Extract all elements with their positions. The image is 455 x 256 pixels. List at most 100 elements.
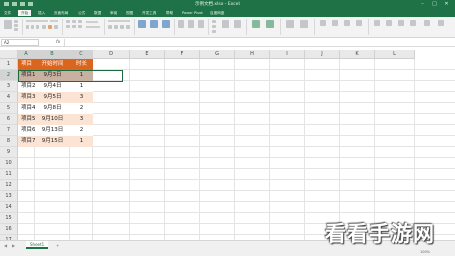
cut-icon[interactable] bbox=[14, 20, 18, 23]
fill-icon[interactable] bbox=[212, 25, 216, 28]
tool-icon[interactable] bbox=[410, 20, 416, 26]
formula-input[interactable] bbox=[64, 39, 452, 46]
underline-icon[interactable] bbox=[36, 25, 39, 29]
font-size-dropdown[interactable] bbox=[50, 20, 58, 22]
row-header-16[interactable]: 16 bbox=[0, 224, 18, 235]
border-icon[interactable] bbox=[42, 25, 46, 29]
minimize-icon[interactable]: – bbox=[420, 2, 425, 7]
tab-help[interactable]: 帮助 bbox=[166, 10, 173, 16]
row-header-9[interactable]: 9 bbox=[0, 147, 18, 158]
comma-icon[interactable] bbox=[120, 25, 124, 29]
next-sheet-icon[interactable]: ▶ bbox=[12, 242, 15, 249]
table-cell[interactable]: 项目7 bbox=[18, 136, 36, 147]
table-cell[interactable]: 1 bbox=[70, 81, 93, 92]
percent-icon[interactable] bbox=[114, 25, 118, 29]
tab-formulas[interactable]: 公式 bbox=[78, 10, 85, 16]
row-header-7[interactable]: 7 bbox=[0, 125, 18, 136]
tab-home[interactable]: 开始 bbox=[18, 10, 32, 16]
align-right-icon[interactable] bbox=[78, 25, 82, 28]
table-header-cell[interactable]: 项目 bbox=[18, 59, 35, 70]
prev-sheet-icon[interactable]: ◀ bbox=[4, 242, 7, 249]
column-header-k[interactable]: K bbox=[340, 50, 375, 59]
tab-view[interactable]: 视图 bbox=[126, 10, 133, 16]
find-select-icon[interactable] bbox=[234, 20, 241, 28]
merge-center-button[interactable] bbox=[86, 26, 100, 28]
table-cell[interactable]: 9月4日 bbox=[35, 81, 70, 92]
table-cell[interactable]: 9月8日 bbox=[35, 103, 70, 114]
table-cell[interactable]: 1 bbox=[70, 136, 93, 147]
column-header-j[interactable]: J bbox=[305, 50, 340, 59]
row-header-6[interactable]: 6 bbox=[0, 114, 18, 125]
tool-icon[interactable] bbox=[356, 20, 362, 26]
tool-icon[interactable] bbox=[344, 20, 350, 26]
table-cell[interactable]: 项目6 bbox=[18, 125, 36, 136]
currency-icon[interactable] bbox=[108, 25, 112, 29]
italic-icon[interactable] bbox=[31, 25, 34, 29]
name-box[interactable]: A2 bbox=[1, 39, 39, 46]
align-bottom-icon[interactable] bbox=[78, 20, 82, 23]
tool-icon[interactable] bbox=[398, 20, 404, 26]
redo-icon[interactable] bbox=[28, 2, 33, 6]
analyze-data-icon[interactable] bbox=[286, 20, 294, 28]
undo-icon[interactable] bbox=[20, 2, 25, 6]
fx-icon[interactable]: fx bbox=[56, 38, 60, 47]
tool-icon[interactable] bbox=[386, 20, 392, 26]
column-header-e[interactable]: E bbox=[130, 50, 165, 59]
row-header-5[interactable]: 5 bbox=[0, 103, 18, 114]
table-header-cell[interactable]: 开始时间 bbox=[35, 59, 70, 70]
add-in-icon[interactable] bbox=[266, 20, 274, 28]
table-cell[interactable]: 项目4 bbox=[18, 103, 36, 114]
column-header-i[interactable]: I bbox=[270, 50, 305, 59]
row-header-11[interactable]: 11 bbox=[0, 169, 18, 180]
tool-icon[interactable] bbox=[332, 20, 338, 26]
cell-styles-icon[interactable] bbox=[162, 20, 170, 28]
sort-filter-icon[interactable] bbox=[222, 20, 229, 28]
table-cell[interactable]: 9月13日 bbox=[35, 125, 70, 136]
insert-cells-icon[interactable] bbox=[178, 20, 184, 28]
tab-review[interactable]: 审阅 bbox=[110, 10, 117, 16]
autosum-icon[interactable] bbox=[212, 20, 216, 23]
add-sheet-icon[interactable]: + bbox=[56, 242, 59, 249]
clear-icon[interactable] bbox=[212, 30, 216, 33]
tab-power-pivot[interactable]: Power Pivot bbox=[182, 10, 203, 16]
row-header-14[interactable]: 14 bbox=[0, 202, 18, 213]
fill-color-icon[interactable] bbox=[48, 25, 52, 29]
row-header-15[interactable]: 15 bbox=[0, 213, 18, 224]
column-header-l[interactable]: L bbox=[375, 50, 415, 59]
tab-page-layout[interactable]: 页面布局 bbox=[54, 10, 68, 16]
bold-icon[interactable] bbox=[26, 25, 29, 29]
row-header-4[interactable]: 4 bbox=[0, 92, 18, 103]
row-header-3[interactable]: 3 bbox=[0, 81, 18, 92]
maximize-icon[interactable]: □ bbox=[432, 2, 437, 7]
row-header-2[interactable]: 2 bbox=[0, 70, 18, 81]
autosave-icon[interactable] bbox=[4, 2, 9, 6]
tool-icon[interactable] bbox=[438, 20, 444, 26]
tab-data[interactable]: 数据 bbox=[94, 10, 101, 16]
align-left-icon[interactable] bbox=[66, 25, 70, 28]
wrap-text-button[interactable] bbox=[86, 21, 98, 23]
column-header-d[interactable]: D bbox=[93, 50, 130, 59]
add-in-icon[interactable] bbox=[252, 20, 260, 28]
table-cell[interactable]: 2 bbox=[70, 125, 93, 136]
table-cell[interactable]: 3 bbox=[70, 92, 93, 103]
column-header-a[interactable]: A bbox=[18, 50, 35, 59]
select-all-corner[interactable] bbox=[0, 50, 18, 59]
font-name-dropdown[interactable] bbox=[26, 20, 48, 22]
align-center-icon[interactable] bbox=[72, 25, 76, 28]
save-to-netdisk-icon[interactable] bbox=[300, 20, 308, 28]
table-cell[interactable]: 9月15日 bbox=[35, 136, 70, 147]
align-middle-icon[interactable] bbox=[72, 20, 76, 23]
format-as-table-icon[interactable] bbox=[150, 20, 158, 28]
delete-cells-icon[interactable] bbox=[188, 20, 194, 28]
number-format-dropdown[interactable] bbox=[108, 20, 130, 22]
table-cell[interactable]: 9月10日 bbox=[35, 114, 70, 125]
increase-decimal-icon[interactable] bbox=[126, 25, 130, 29]
conditional-formatting-icon[interactable] bbox=[138, 20, 146, 28]
tool-icon[interactable] bbox=[424, 20, 430, 26]
tab-developer[interactable]: 开发工具 bbox=[142, 10, 156, 16]
zoom-level[interactable]: 100% bbox=[420, 250, 430, 254]
row-header-8[interactable]: 8 bbox=[0, 136, 18, 147]
table-cell[interactable]: 9月5日 bbox=[35, 92, 70, 103]
sheet-tab-active[interactable]: Sheet1 bbox=[26, 241, 49, 249]
row-header-13[interactable]: 13 bbox=[0, 191, 18, 202]
